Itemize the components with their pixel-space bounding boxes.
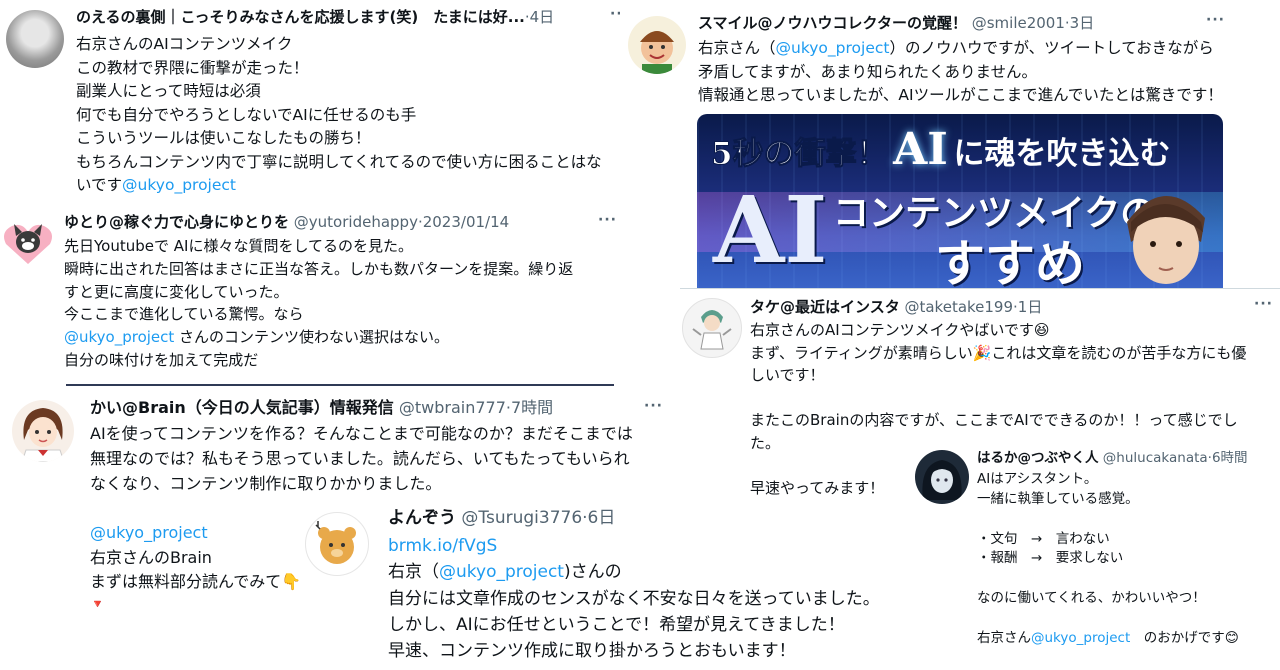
tweet-noeru: のえるの裏側｜こっそりみなさんを応援します(笑) たまには好...·4日 ···… [0, 0, 640, 200]
tweet-text-line: もちろんコンテンツ内で丁寧に説明してくれてるので使い方に困ることはな [76, 152, 602, 171]
timestamp[interactable]: ·4日 [525, 8, 554, 26]
tweet-text-line: まず、ライティングが素晴らしい🎉これは文章を読むのが苦手な方にも優 [750, 343, 1247, 362]
author-name[interactable]: ゆとり@稼ぐ力で心身にゆとりを [64, 213, 289, 231]
tweet-text-line: )さんの [563, 562, 622, 583]
avatar[interactable] [915, 450, 969, 504]
tweet-text-line: 矛盾してますが、あまり知られたくありません。 [698, 62, 1037, 81]
tweet-text-line: 今ここまで進化している驚愕。なら [64, 305, 304, 324]
avatar[interactable] [12, 400, 74, 462]
divider [66, 384, 614, 386]
tweet-text-line: ・報酬 → 要求しない [977, 550, 1124, 567]
promo-banner-image[interactable]: 5秒の衝撃！ AI に魂を吹き込む AI コンテンツメイクの すすめ [697, 114, 1223, 288]
avatar[interactable] [305, 512, 369, 576]
tweet-text-line: のおかげです😊 [1130, 630, 1239, 647]
author-handle[interactable]: @smile2001 [972, 14, 1065, 32]
tweet-yonzou: よんぞう @Tsurugi3776·6日 brmk.io/fVgS 右京（@uk… [305, 500, 945, 670]
author-handle[interactable]: @hulucakanata [1103, 450, 1208, 466]
tweet-text-line: AIはアシスタント。 [977, 471, 1098, 487]
timestamp[interactable]: ·2023/01/14 [418, 213, 509, 231]
avatar[interactable] [0, 214, 56, 270]
tweet-text-line: しかし、AIにお任せということで！希望が見えてきました！ [388, 615, 845, 636]
tweet-text-line: ・文句 → 言わない [977, 530, 1110, 547]
tweet-text-line: 右京さん（ [698, 39, 776, 57]
tweet-text-line: こういうツールは使いこなしたもの勝ち！ [76, 129, 371, 148]
author-name[interactable]: タケ@最近はインスタ [750, 298, 900, 316]
tweet-yutori: ゆとり@稼ぐ力で心身にゆとりを @yutoridehappy·2023/01/1… [0, 200, 640, 386]
tweet-text-line: 情報通と思っていましたが、AIツールがここまで進んでいたとは驚きです！ [698, 86, 1223, 105]
tweet-text-line: 自分の味付けを加えて完成だ [64, 350, 259, 369]
more-options-icon[interactable]: ··· [1206, 12, 1225, 28]
timestamp[interactable]: ·7時間 [506, 398, 553, 417]
mention-link[interactable]: @ukyo_project [1031, 630, 1130, 646]
timestamp[interactable]: ·6時間 [1208, 450, 1248, 466]
author-handle[interactable]: @Tsurugi3776 [461, 508, 582, 528]
mention-link[interactable]: @ukyo_project [776, 39, 890, 57]
tweet-text-line: AIを使ってコンテンツを作る？そんなことまで可能なのか？まだそこまでは [90, 424, 633, 443]
tweet-text-line: 一緒に執筆している感覚。 [977, 490, 1139, 507]
author-name[interactable]: のえるの裏側｜こっそりみなさんを応援します(笑) たまには好... [76, 8, 525, 26]
tweet-smile: スマイル@ノウハウコレクターの覚醒！ @smile2001·3日 ··· 右京さ… [620, 0, 1280, 288]
tweet-text-line: なくなり、コンテンツ制作に取りかかりました。 [90, 473, 442, 493]
tweet-text-line: 先日Youtubeで AIに様々な質問をしてるのを見た。 [64, 237, 413, 255]
mention-link[interactable]: @ukyo_project [439, 562, 564, 582]
tweet-text-line: この教材で界隈に衝撃が走った！ [76, 58, 309, 77]
banner-text: AI [893, 124, 948, 175]
tweet-text-line: なのに働いてくれる、かわいいやつ！ [977, 590, 1206, 607]
tweet-text-line: 早速、コンテンツ作成に取り掛かろうとおもいます！ [388, 641, 796, 662]
avatar[interactable] [6, 10, 64, 68]
tweet-text-line: またこのBrainの内容ですが、ここまでAIでできるのか！！って感じでし [750, 411, 1238, 430]
banner-text: すすめ [935, 234, 1085, 288]
timestamp[interactable]: ·3日 [1065, 14, 1094, 32]
more-options-icon[interactable]: ··· [1254, 296, 1273, 312]
mention-link[interactable]: @ukyo_project [122, 176, 236, 194]
author-handle[interactable]: @yutoridehappy [294, 213, 418, 231]
more-options-icon[interactable]: ··· [598, 212, 617, 228]
tweet-text-line: 右京さん [977, 630, 1031, 647]
tweet-text-line: いです [76, 176, 123, 195]
author-name[interactable]: かい@Brain（今日の人気記事）情報発信 [90, 398, 394, 417]
tweet-text-line: 右京（ [388, 562, 439, 583]
author-name[interactable]: はるか@つぶやく人 [977, 450, 1099, 466]
author-handle[interactable]: @twbrain777 [399, 398, 506, 417]
tweet-text-line: 何でも自分でやろうとしないでAIに任せるのも手 [76, 105, 417, 124]
url-link[interactable]: brmk.io/fVgS [388, 533, 880, 559]
tweet-text-line: しいです！ [750, 366, 825, 384]
tweet-text-line: 副業人にとって時短は必須 [76, 82, 261, 101]
tweet-text-line: 右京さんのAIコンテンツメイクやばいです😆 [750, 321, 1050, 339]
tweet-text-line: 無理なのでは？私もそう思っていました。読んだら、いてもたってもいられ [90, 448, 630, 468]
tweet-text-line: ）のノウハウですが、ツイートしておきながら [889, 39, 1214, 57]
tweet-text-line: 右京さんのAIコンテンツメイク [76, 35, 293, 53]
author-name[interactable]: スマイル@ノウハウコレクターの覚醒！ [698, 14, 967, 32]
timestamp[interactable]: ·6日 [582, 508, 615, 528]
tweet-text-line: すと更に高度に変化していった。 [64, 282, 289, 301]
tweet-text-line: さんのコンテンツ使わない選択はない。 [174, 328, 450, 347]
banner-text: に魂を吹き込む [953, 136, 1171, 172]
character-illustration [1109, 172, 1219, 288]
avatar[interactable] [682, 298, 742, 358]
tweet-text-line: 瞬時に出された回答はまさに正当な答え。しかも数パターンを提案。繰り返 [64, 259, 574, 278]
timestamp[interactable]: ·1日 [1013, 298, 1042, 316]
more-options-icon[interactable]: ··· [644, 398, 663, 414]
divider [680, 288, 1280, 289]
avatar[interactable] [628, 16, 686, 74]
mention-link[interactable]: @ukyo_project [64, 328, 174, 346]
author-handle[interactable]: @taketake199 [904, 298, 1013, 316]
tweet-haruka: はるか@つぶやく人 @hulucakanata·6時間 AIはアシスタント。 一… [905, 440, 1280, 670]
banner-text: 5秒の衝撃！ [711, 136, 889, 173]
author-name[interactable]: よんぞう [388, 508, 456, 528]
tweet-text-line: 自分には文章作成のセンスがなく不安な日々を送っていました。 [388, 588, 880, 609]
banner-text: AI [713, 176, 828, 284]
